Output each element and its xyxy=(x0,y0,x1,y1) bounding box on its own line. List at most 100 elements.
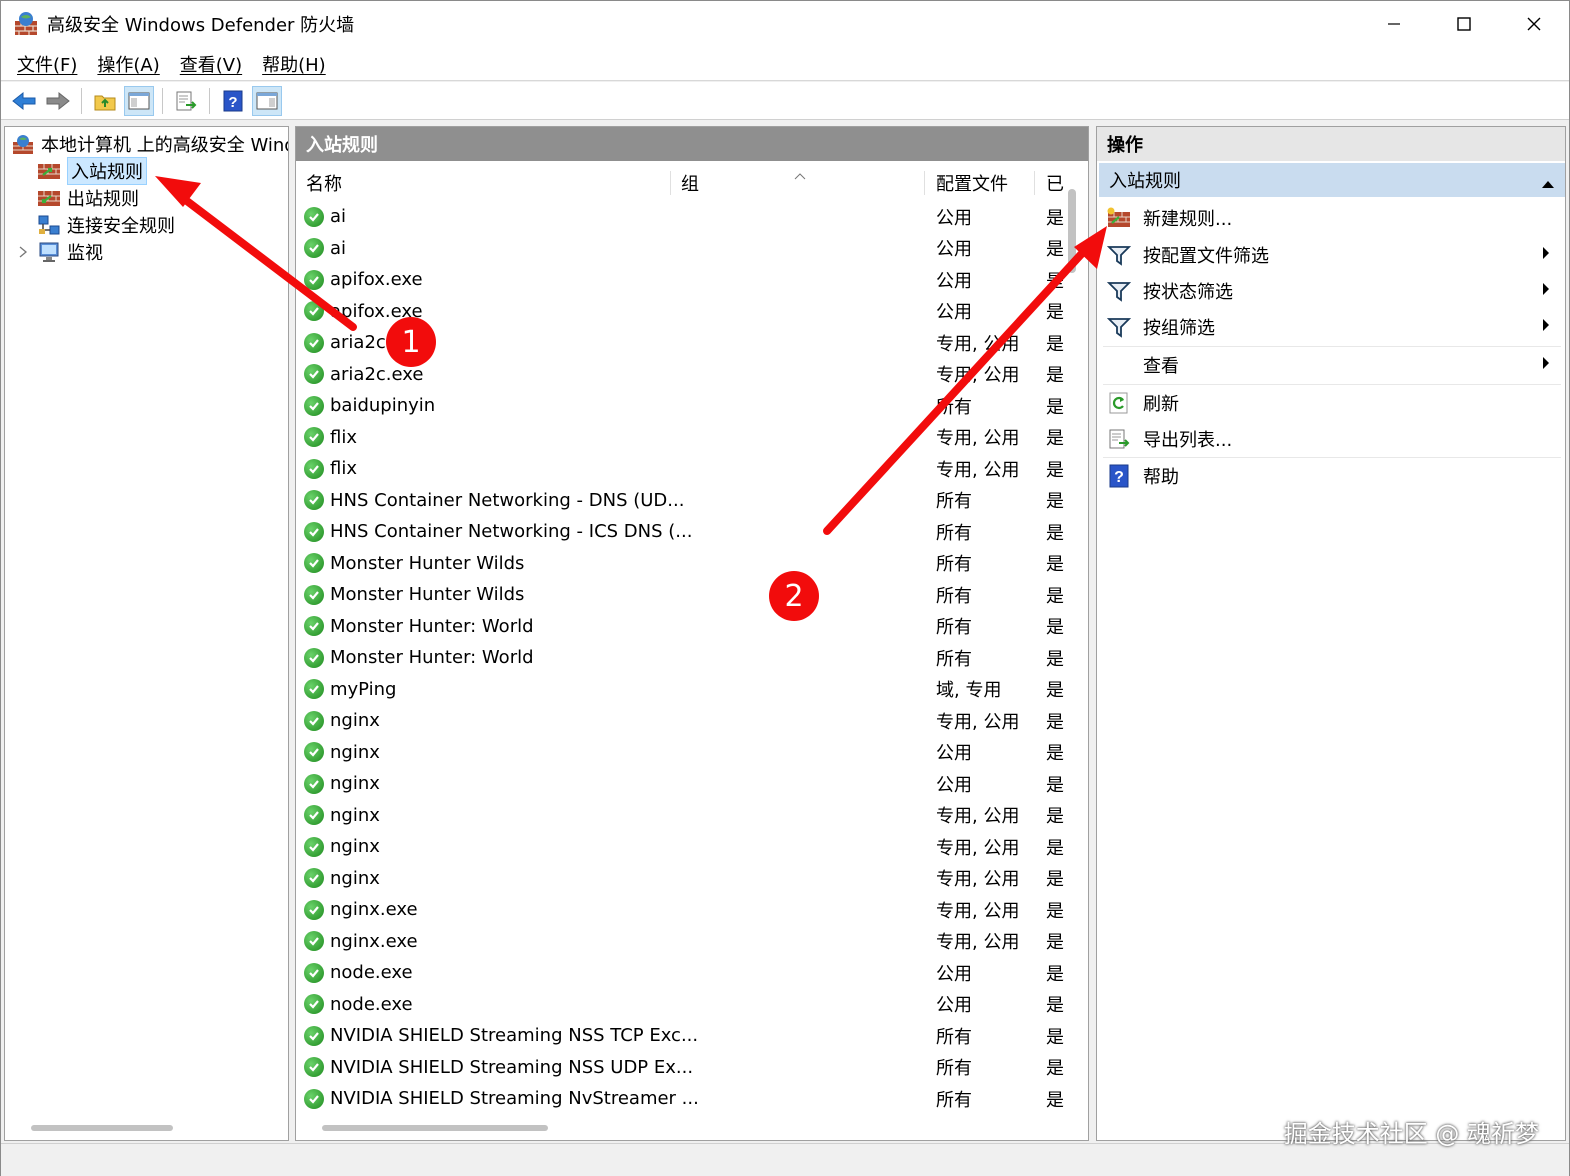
action-filter-by-profile[interactable]: 按配置文件筛选 xyxy=(1097,237,1563,273)
menu-action[interactable]: 操作(A) xyxy=(87,51,169,77)
action-label: 新建规则... xyxy=(1143,209,1233,230)
rule-profile-cell: 专用, 公用 xyxy=(936,900,1020,922)
table-row[interactable]: ai 公用 是 xyxy=(296,201,1066,232)
table-row[interactable]: nginx 专用, 公用 是 xyxy=(296,800,1066,831)
table-row[interactable]: HNS Container Networking - DNS (UD... 所有 是 xyxy=(296,485,1066,516)
column-header-group[interactable]: 组 xyxy=(681,167,699,199)
action-view[interactable]: 查看 xyxy=(1097,347,1563,383)
rule-profile-cell: 所有 xyxy=(936,491,972,512)
action-export-list[interactable]: 导出列表... xyxy=(1097,421,1563,457)
column-divider[interactable] xyxy=(1034,171,1035,195)
table-row[interactable]: flix 专用, 公用 是 xyxy=(296,453,1066,484)
expand-chevron-icon[interactable] xyxy=(15,246,31,258)
rule-name: nginx.exe xyxy=(330,899,418,920)
enabled-check-icon xyxy=(304,584,324,605)
table-row[interactable]: nginx.exe 专用, 公用 是 xyxy=(296,926,1066,957)
table-row[interactable]: myPing 域, 专用 是 xyxy=(296,674,1066,705)
annotation-badge-1: 1 xyxy=(386,317,436,367)
rule-name: nginx xyxy=(330,836,380,857)
rule-enabled-cell: 是 xyxy=(1046,1026,1064,1048)
table-row[interactable]: node.exe 公用 是 xyxy=(296,989,1066,1020)
table-row[interactable]: nginx 公用 是 xyxy=(296,737,1066,768)
action-label: 刷新 xyxy=(1143,394,1179,415)
column-divider[interactable] xyxy=(670,171,671,195)
tree-item-monitor[interactable]: 监视 xyxy=(15,239,103,265)
action-new-rule[interactable]: 新建规则... xyxy=(1097,200,1563,236)
table-row[interactable]: apifox.exe 公用 是 xyxy=(296,264,1066,295)
list-horizontal-scrollbar[interactable] xyxy=(322,1125,548,1131)
tree-root[interactable]: 本地计算机 上的高级安全 Windows Defender 防火墙 xyxy=(11,131,288,157)
tree-item-connection-security[interactable]: 连接安全规则 xyxy=(37,212,175,238)
show-hide-console-tree-icon[interactable] xyxy=(124,85,154,116)
rule-name-cell: apifox.exe xyxy=(304,264,423,295)
table-row[interactable]: nginx 专用, 公用 是 xyxy=(296,863,1066,894)
table-row[interactable]: Monster Hunter Wilds 所有 是 xyxy=(296,548,1066,579)
action-refresh[interactable]: 刷新 xyxy=(1097,385,1563,421)
table-row[interactable]: flix 专用, 公用 是 xyxy=(296,422,1066,453)
help-icon[interactable]: ? xyxy=(218,86,248,116)
tree-horizontal-scrollbar[interactable] xyxy=(31,1125,173,1131)
table-row[interactable]: node.exe 公用 是 xyxy=(296,957,1066,988)
tree-item-inbound-rules[interactable]: 入站规则 xyxy=(37,157,147,185)
close-icon[interactable] xyxy=(1499,1,1569,47)
submenu-arrow-icon xyxy=(1541,355,1551,376)
export-list-icon[interactable] xyxy=(171,86,201,116)
rule-enabled-cell: 是 xyxy=(1046,1058,1064,1079)
back-arrow-icon[interactable] xyxy=(9,86,39,116)
maximize-icon[interactable] xyxy=(1429,1,1499,47)
table-row[interactable]: NVIDIA SHIELD Streaming NvStreamer ... 所有… xyxy=(296,1083,1066,1114)
enabled-check-icon xyxy=(304,899,324,920)
rule-profile-cell: 所有 xyxy=(936,648,972,670)
table-row[interactable]: nginx 专用, 公用 是 xyxy=(296,831,1066,862)
rule-name: HNS Container Networking - ICS DNS (... xyxy=(330,521,693,542)
enabled-check-icon xyxy=(304,994,324,1014)
forward-arrow-icon[interactable] xyxy=(43,86,73,116)
rule-enabled-cell: 是 xyxy=(1046,774,1064,796)
action-filter-by-state[interactable]: 按状态筛选 xyxy=(1097,273,1563,309)
menu-view[interactable]: 查看(V) xyxy=(170,51,252,77)
table-row[interactable]: nginx 专用, 公用 是 xyxy=(296,705,1066,736)
action-help[interactable]: ? 帮助 xyxy=(1097,458,1563,494)
rule-name: HNS Container Networking - DNS (UD... xyxy=(330,489,685,511)
rule-profile-cell: 公用 xyxy=(936,302,972,323)
menu-help[interactable]: 帮助(H) xyxy=(252,51,336,77)
table-row[interactable]: NVIDIA SHIELD Streaming NSS UDP Ex... 所有 是 xyxy=(296,1052,1066,1083)
minimize-icon[interactable] xyxy=(1359,1,1429,47)
tree-item-outbound-rules[interactable]: 出站规则 xyxy=(37,185,139,211)
table-row[interactable]: Monster Hunter: World 所有 是 xyxy=(296,611,1066,642)
column-header-profile[interactable]: 配置文件 xyxy=(936,167,1008,199)
table-row[interactable]: baidupinyin 所有 是 xyxy=(296,390,1066,421)
rule-enabled-cell: 是 xyxy=(1046,806,1064,827)
rule-name: baidupinyin xyxy=(330,395,436,416)
rule-name: nginx xyxy=(330,804,380,826)
actions-section-header[interactable]: 入站规则 xyxy=(1099,163,1565,197)
rule-profile-cell: 所有 xyxy=(936,617,972,638)
rule-name: nginx xyxy=(330,773,380,794)
enabled-check-icon xyxy=(304,427,324,447)
action-filter-by-group[interactable]: 按组筛选 xyxy=(1097,309,1563,345)
enabled-check-icon xyxy=(304,458,324,479)
table-row[interactable]: Monster Hunter Wilds 所有 是 xyxy=(296,579,1066,610)
up-folder-icon[interactable] xyxy=(90,86,120,116)
action-label: 按状态筛选 xyxy=(1143,282,1233,303)
table-row[interactable]: NVIDIA SHIELD Streaming NSS TCP Exc... 所有… xyxy=(296,1020,1066,1051)
column-divider[interactable] xyxy=(924,171,925,195)
rule-profile-cell: 专用, 公用 xyxy=(936,869,1020,890)
show-hide-action-pane-icon[interactable] xyxy=(252,85,282,116)
submenu-arrow-icon xyxy=(1541,245,1551,266)
table-row[interactable]: ai 公用 是 xyxy=(296,233,1066,264)
table-row[interactable]: nginx 公用 是 xyxy=(296,768,1066,799)
enabled-check-icon xyxy=(304,395,324,416)
column-header-name[interactable]: 名称 xyxy=(306,167,342,199)
collapse-triangle-icon[interactable] xyxy=(1541,173,1555,194)
menu-file[interactable]: 文件(F) xyxy=(7,51,87,77)
table-row[interactable]: Monster Hunter: World 所有 是 xyxy=(296,642,1066,673)
rule-profile-cell: 所有 xyxy=(936,1026,972,1048)
column-header-enabled[interactable]: 已 xyxy=(1046,167,1064,199)
table-row[interactable]: HNS Container Networking - ICS DNS (... 所… xyxy=(296,516,1066,547)
table-row[interactable]: nginx.exe 专用, 公用 是 xyxy=(296,894,1066,925)
actions-pane-title: 操作 xyxy=(1097,127,1565,161)
rule-name: nginx xyxy=(330,867,380,889)
toolbar: ? xyxy=(1,82,1569,120)
list-vertical-scrollbar[interactable] xyxy=(1068,189,1076,273)
